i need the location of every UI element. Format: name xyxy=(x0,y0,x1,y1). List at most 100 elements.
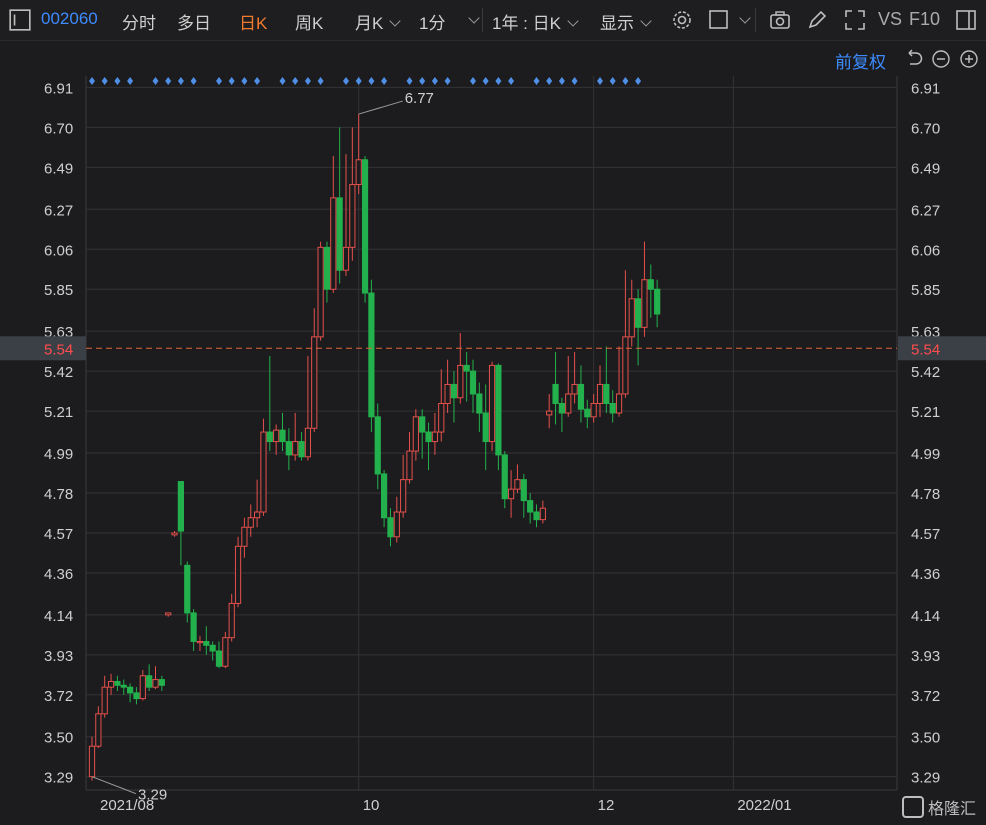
candle-body xyxy=(266,431,273,443)
event-marker xyxy=(317,77,324,85)
range-label: 1年 : 日K xyxy=(492,14,561,33)
watermark-logo: 格隆汇 xyxy=(901,795,976,819)
chevron-down-icon[interactable] xyxy=(739,12,751,24)
top-toolbar: 002060 分时 多日 日K 周K 月K 1分 1年 : 日K 显示 VS F… xyxy=(0,0,986,41)
candle-body xyxy=(565,393,572,414)
display-select[interactable]: 显示 xyxy=(600,9,652,34)
candle-body xyxy=(425,431,432,443)
event-marker xyxy=(165,77,172,85)
y-tick-label-right: 6.49 xyxy=(911,160,940,177)
event-marker xyxy=(152,77,159,85)
pencil-icon[interactable] xyxy=(805,8,829,32)
event-marker xyxy=(495,77,502,85)
y-tick-label-left: 6.06 xyxy=(44,242,73,259)
candle-body xyxy=(571,383,578,395)
range-select[interactable]: 1年 : 日K xyxy=(492,9,579,34)
candle-body xyxy=(596,383,604,404)
f10-button[interactable]: F10 xyxy=(909,9,940,30)
tab-monthly-k[interactable]: 月K xyxy=(355,9,402,34)
event-marker xyxy=(406,77,413,85)
event-marker xyxy=(546,77,553,85)
event-marker xyxy=(381,77,388,85)
candle-body xyxy=(171,532,178,536)
candle-body xyxy=(304,427,311,458)
adjust-mode-button[interactable]: 前复权 xyxy=(835,48,886,73)
candle-body xyxy=(279,429,286,443)
tab-intraday[interactable]: 分时 xyxy=(122,9,156,34)
event-marker xyxy=(635,77,642,85)
event-marker xyxy=(216,77,222,85)
zoom-out-icon[interactable] xyxy=(931,49,951,69)
candle-body xyxy=(114,680,121,686)
candle-body xyxy=(558,402,565,414)
candle-body xyxy=(546,410,553,416)
y-tick-label-right: 5.21 xyxy=(911,404,940,421)
candle-body xyxy=(361,159,369,294)
candle-body xyxy=(228,602,235,639)
event-marker xyxy=(431,77,438,85)
kline-chart[interactable]: 6.91 6.91 6.70 6.70 6.49 6.49 6.27 6.27 6.06 6.06… xyxy=(0,0,986,825)
annotation-leader xyxy=(91,776,137,795)
undo-icon[interactable] xyxy=(904,49,924,69)
candle-body xyxy=(450,383,458,399)
candle-body xyxy=(342,246,350,271)
tab-daily-k[interactable]: 日K xyxy=(239,9,267,34)
y-tick-label-right: 4.78 xyxy=(911,486,940,503)
sidebar-toggle-icon[interactable] xyxy=(954,8,978,32)
y-tick-label-right: 5.85 xyxy=(911,282,940,299)
chevron-down-icon[interactable] xyxy=(468,12,480,24)
tab-multi-day[interactable]: 多日 xyxy=(177,9,211,34)
candle-body xyxy=(514,479,521,490)
event-marker xyxy=(228,77,235,85)
vs-button[interactable]: VS xyxy=(878,9,902,30)
x-tick-label: 12 xyxy=(598,797,615,814)
candle-body xyxy=(133,692,140,700)
candle-body xyxy=(241,526,248,547)
candle-body xyxy=(311,336,318,429)
camera-icon[interactable] xyxy=(768,8,792,32)
candle-body xyxy=(184,564,191,614)
candle-body xyxy=(641,279,648,328)
candle-body xyxy=(412,416,419,452)
candle-body xyxy=(584,408,591,418)
y-tick-label-right: 4.14 xyxy=(911,608,940,625)
candle-body xyxy=(469,370,477,395)
candle-body xyxy=(292,441,299,456)
candle-body xyxy=(196,640,204,644)
stock-code[interactable]: 002060 xyxy=(41,9,98,29)
event-marker xyxy=(609,77,616,85)
interval-select[interactable]: 1分 xyxy=(419,9,445,34)
event-marker xyxy=(508,77,515,85)
y-tick-label-left: 4.36 xyxy=(44,566,73,583)
candle-body xyxy=(488,364,496,443)
event-marker xyxy=(558,77,565,85)
candle-body xyxy=(355,159,362,186)
annotation-label: 6.77 xyxy=(405,90,434,107)
candle-body xyxy=(438,402,445,433)
candle-body xyxy=(482,412,489,443)
candle-body xyxy=(203,640,210,646)
candle-body xyxy=(209,644,216,652)
fullscreen-icon[interactable] xyxy=(843,8,867,32)
axes: 6.91 6.91 6.70 6.70 6.49 6.49 6.27 6.27 6.06 6.06… xyxy=(0,80,986,814)
divider xyxy=(755,8,756,32)
zoom-in-icon[interactable] xyxy=(959,49,979,69)
settings-gear-icon[interactable] xyxy=(670,8,694,32)
event-marker xyxy=(419,77,426,85)
candle-body xyxy=(520,479,527,502)
tab-weekly-k[interactable]: 周K xyxy=(295,9,323,34)
candle-body xyxy=(431,431,438,443)
y-tick-label-right: 4.99 xyxy=(911,446,940,463)
chevron-down-icon xyxy=(567,15,579,27)
color-box-icon[interactable] xyxy=(707,8,731,32)
candle-body xyxy=(615,393,623,414)
candle-body xyxy=(177,481,185,532)
panel-toggle-icon[interactable] xyxy=(8,8,32,32)
candle-body xyxy=(368,292,375,418)
candle-body xyxy=(260,431,267,513)
candle-body xyxy=(317,246,324,338)
candle-body xyxy=(463,364,470,372)
y-tick-label-right: 5.42 xyxy=(911,364,940,381)
y-tick-label-right: 6.70 xyxy=(911,120,940,137)
candle-body xyxy=(552,383,559,404)
